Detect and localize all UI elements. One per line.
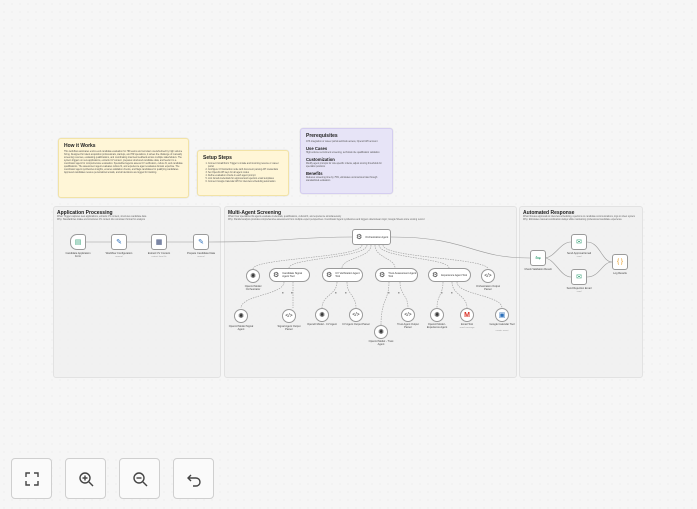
connector-dot xyxy=(451,292,453,294)
candidate-application-form-node[interactable]: ▤ xyxy=(70,234,86,250)
google-calendar-tool-node[interactable]: ▣ xyxy=(495,308,509,322)
robot-icon: ⚙ xyxy=(432,271,439,279)
openai-icon: ✺ xyxy=(238,312,244,320)
node-label: Send Rejection Email xyxy=(566,287,592,290)
node-sublabel: manual xyxy=(197,256,205,258)
node-label: Check Validation Result xyxy=(524,268,552,271)
robot-icon: ⚙ xyxy=(273,271,280,279)
node-label: Workflow Configuration xyxy=(105,252,133,255)
pencil-icon: ✎ xyxy=(198,238,204,246)
zoom-out-icon xyxy=(132,471,147,486)
node-label: Trust Assessment Agent Tool xyxy=(388,272,417,278)
code-brackets-icon: </> xyxy=(285,312,293,319)
gmail-icon: M xyxy=(464,311,470,319)
connector-dot xyxy=(388,292,390,294)
mail-icon: ✉ xyxy=(576,273,582,281)
node-sublabel: create: event xyxy=(495,330,509,332)
form-icon: ▤ xyxy=(74,238,82,246)
node-label: Google Calendar Tool xyxy=(489,323,515,326)
node-label: Send Approval Email xyxy=(566,252,592,255)
code-brackets-icon: </> xyxy=(484,272,492,279)
node-sublabel: send: message xyxy=(459,327,475,329)
node-label: OpenAI Model - Experience Agent xyxy=(426,323,448,329)
log-results-node[interactable]: { } xyxy=(612,254,628,270)
openai-icon: ✺ xyxy=(434,311,440,319)
candidate-signal-agent-node[interactable]: ⚙ Candidate Signal Agent Tool xyxy=(269,268,310,282)
node-label: Experience Agent Tool xyxy=(441,273,468,277)
openai-model-trust-node[interactable]: ✺ xyxy=(374,325,388,339)
node-label: Prepare Candidate Data xyxy=(187,252,215,255)
openai-icon: ✺ xyxy=(378,328,384,336)
fit-view-icon xyxy=(24,471,39,486)
connector-dot xyxy=(398,292,400,294)
node-label: Extract CV Content xyxy=(147,252,171,255)
switch-icon: ⇋ xyxy=(535,254,541,262)
node-label: Signal Agent Output Parser xyxy=(277,325,301,331)
reset-zoom-button[interactable] xyxy=(173,458,214,499)
orchestration-agent-node[interactable]: ⚙ Orchestration Agent xyxy=(352,229,391,245)
fit-to-view-button[interactable] xyxy=(11,458,52,499)
node-label: Candidate Application Form xyxy=(65,252,91,258)
file-extract-icon: ▦ xyxy=(155,238,163,246)
check-validation-result-node[interactable]: ⇋ xyxy=(530,250,546,266)
trust-assessment-agent-node[interactable]: ⚙ Trust Assessment Agent Tool xyxy=(375,268,418,282)
node-label: Log Results xyxy=(613,272,627,275)
robot-icon: ⚙ xyxy=(379,271,386,279)
mail-icon: ✉ xyxy=(576,238,582,246)
openai-model-signal-node[interactable]: ✺ xyxy=(234,309,248,323)
zoom-out-button[interactable] xyxy=(119,458,160,499)
trust-agent-output-parser-node[interactable]: </> xyxy=(401,308,415,322)
cv-verification-agent-node[interactable]: ⚙ CV Verification Agent Tool xyxy=(322,268,363,282)
node-label: Trust Agent Output Parser xyxy=(397,323,419,329)
connector-dot xyxy=(345,292,347,294)
node-sublabel: send xyxy=(576,291,582,293)
send-approval-email-node[interactable]: ✉ xyxy=(571,234,587,250)
extract-cv-content-node[interactable]: ▦ xyxy=(151,234,167,250)
send-rejection-email-node[interactable]: ✉ xyxy=(571,269,587,285)
zoom-in-button[interactable] xyxy=(65,458,106,499)
connector-dot xyxy=(282,292,284,294)
undo-icon xyxy=(186,474,201,487)
pencil-icon: ✎ xyxy=(116,238,122,246)
node-label: OpenAI Model - Trust Agent xyxy=(368,340,394,346)
openai-model-cv-node[interactable]: ✺ xyxy=(315,308,329,322)
openai-icon: ✺ xyxy=(319,311,325,319)
signal-agent-output-parser-node[interactable]: </> xyxy=(282,309,296,323)
openai-model-experience-node[interactable]: ✺ xyxy=(430,308,444,322)
node-label: Orchestration Output Parser xyxy=(475,285,501,291)
workflow-canvas[interactable]: How it Works This workflow automates end… xyxy=(0,0,697,509)
robot-icon: ⚙ xyxy=(326,271,333,279)
node-label: Candidate Signal Agent Tool xyxy=(282,272,303,278)
connector-dot xyxy=(291,292,293,294)
cv-agent-output-parser-node[interactable]: </> xyxy=(349,308,363,322)
code-brackets-icon: </> xyxy=(352,311,360,318)
orchestration-output-parser-node[interactable]: </> xyxy=(481,269,495,283)
node-sublabel: manual xyxy=(115,256,123,258)
zoom-in-icon xyxy=(78,471,93,486)
node-sublabel: extract from file xyxy=(151,256,167,258)
node-label: OpenAI Model - CV Agent xyxy=(307,323,337,326)
node-label: Email Tool xyxy=(461,323,473,326)
robot-icon: ⚙ xyxy=(356,233,363,241)
node-label: OpenAI Model Signal Agent xyxy=(228,325,254,331)
node-label: OpenAI Model Orchestrator xyxy=(244,285,262,291)
openai-icon: ✺ xyxy=(250,272,256,280)
workflow-configuration-node[interactable]: ✎ xyxy=(111,234,127,250)
node-label: Orchestration Agent xyxy=(365,235,389,239)
code-braces-icon: { } xyxy=(617,259,623,265)
code-brackets-icon: </> xyxy=(404,311,412,318)
node-sublabel: send xyxy=(576,256,582,258)
experience-agent-node[interactable]: ⚙ Experience Agent Tool xyxy=(428,268,471,282)
node-label: CV Verification Agent Tool xyxy=(335,272,360,278)
connector-dot xyxy=(335,292,337,294)
email-tool-node[interactable]: M xyxy=(460,308,474,322)
node-label: CV Agent Output Parser xyxy=(342,323,370,326)
prepare-candidate-data-node[interactable]: ✎ xyxy=(193,234,209,250)
connector-dot xyxy=(441,292,443,294)
calendar-icon: ▣ xyxy=(498,311,506,319)
openai-model-orchestrator-node[interactable]: ✺ xyxy=(246,269,260,283)
